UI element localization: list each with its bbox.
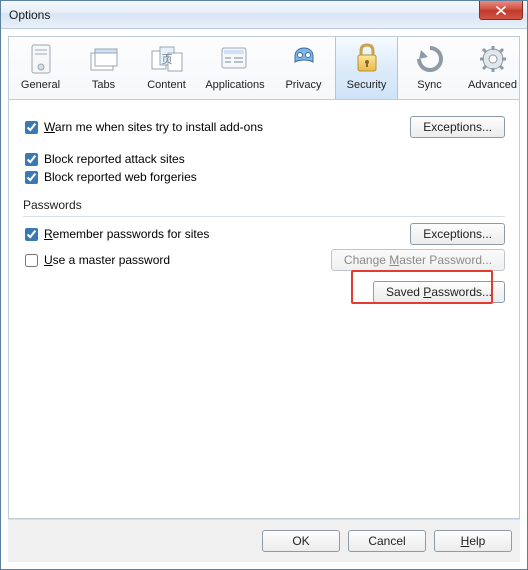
- security-icon: [354, 43, 380, 75]
- tab-label: Security: [347, 79, 387, 91]
- tab-label: Privacy: [285, 79, 321, 91]
- tab-privacy[interactable]: Privacy: [272, 37, 335, 99]
- label-warn-install: Warn me when sites try to install add-on…: [44, 120, 263, 134]
- label-block-forgeries: Block reported web forgeries: [44, 170, 197, 184]
- checkbox-remember-passwords[interactable]: [25, 228, 38, 241]
- tab-content[interactable]: 页 Content: [135, 37, 198, 99]
- tab-sync[interactable]: Sync: [398, 37, 461, 99]
- close-icon: [496, 6, 506, 15]
- row-master-password: Use a master password Change Master Pass…: [23, 249, 505, 271]
- ok-button[interactable]: OK: [262, 530, 340, 552]
- dialog-footer: OK Cancel Help: [8, 519, 520, 562]
- options-panel: General Tabs 页 Content Applications Priv…: [8, 36, 520, 519]
- general-icon: [26, 43, 56, 75]
- applications-icon: [218, 44, 252, 74]
- tab-label: Advanced: [468, 79, 517, 91]
- checkbox-block-attack[interactable]: [25, 153, 38, 166]
- advanced-icon: [478, 44, 508, 74]
- tab-general[interactable]: General: [9, 37, 72, 99]
- passwords-group-label: Passwords: [23, 198, 505, 212]
- checkbox-master-password[interactable]: [25, 254, 38, 267]
- checkbox-block-forgeries[interactable]: [25, 171, 38, 184]
- label-remember-passwords: Remember passwords for sites: [44, 227, 209, 241]
- row-block-attack: Block reported attack sites: [23, 152, 505, 166]
- titlebar: Options: [1, 1, 527, 29]
- saved-passwords-button[interactable]: Saved Passwords...: [373, 281, 505, 303]
- tab-label: General: [21, 79, 60, 91]
- change-master-password-button: Change Master Password...: [331, 249, 505, 271]
- divider: [23, 216, 505, 217]
- tab-label: Tabs: [92, 79, 115, 91]
- checkbox-warn-install[interactable]: [25, 121, 38, 134]
- tab-applications[interactable]: Applications: [198, 37, 272, 99]
- svg-text:页: 页: [161, 54, 172, 66]
- label-master-password: Use a master password: [44, 253, 170, 267]
- row-warn-install: Warn me when sites try to install add-on…: [23, 116, 505, 138]
- cancel-button[interactable]: Cancel: [348, 530, 426, 552]
- sync-icon: [415, 44, 445, 74]
- window-title: Options: [9, 8, 50, 22]
- row-remember-passwords: Remember passwords for sites Exceptions.…: [23, 223, 505, 245]
- security-panel: Warn me when sites try to install add-on…: [9, 100, 519, 518]
- tabs-icon: [88, 45, 120, 73]
- label-block-attack: Block reported attack sites: [44, 152, 185, 166]
- content-icon: 页: [150, 45, 184, 73]
- exceptions-addons-button[interactable]: Exceptions...: [410, 116, 505, 138]
- tab-security[interactable]: Security: [335, 37, 398, 99]
- close-button[interactable]: [479, 1, 523, 20]
- tab-label: Content: [147, 79, 186, 91]
- category-tabs: General Tabs 页 Content Applications Priv…: [9, 37, 519, 100]
- privacy-icon: [289, 44, 319, 74]
- tab-label: Applications: [205, 79, 264, 91]
- row-block-forgeries: Block reported web forgeries: [23, 170, 505, 184]
- tab-advanced[interactable]: Advanced: [461, 37, 524, 99]
- help-button[interactable]: Help: [434, 530, 512, 552]
- tab-tabs[interactable]: Tabs: [72, 37, 135, 99]
- content-area: General Tabs 页 Content Applications Priv…: [1, 29, 527, 569]
- options-window: Options General Tabs 页 Content: [0, 0, 528, 570]
- exceptions-passwords-button[interactable]: Exceptions...: [410, 223, 505, 245]
- tab-label: Sync: [417, 79, 441, 91]
- row-saved-passwords: Saved Passwords...: [23, 281, 505, 303]
